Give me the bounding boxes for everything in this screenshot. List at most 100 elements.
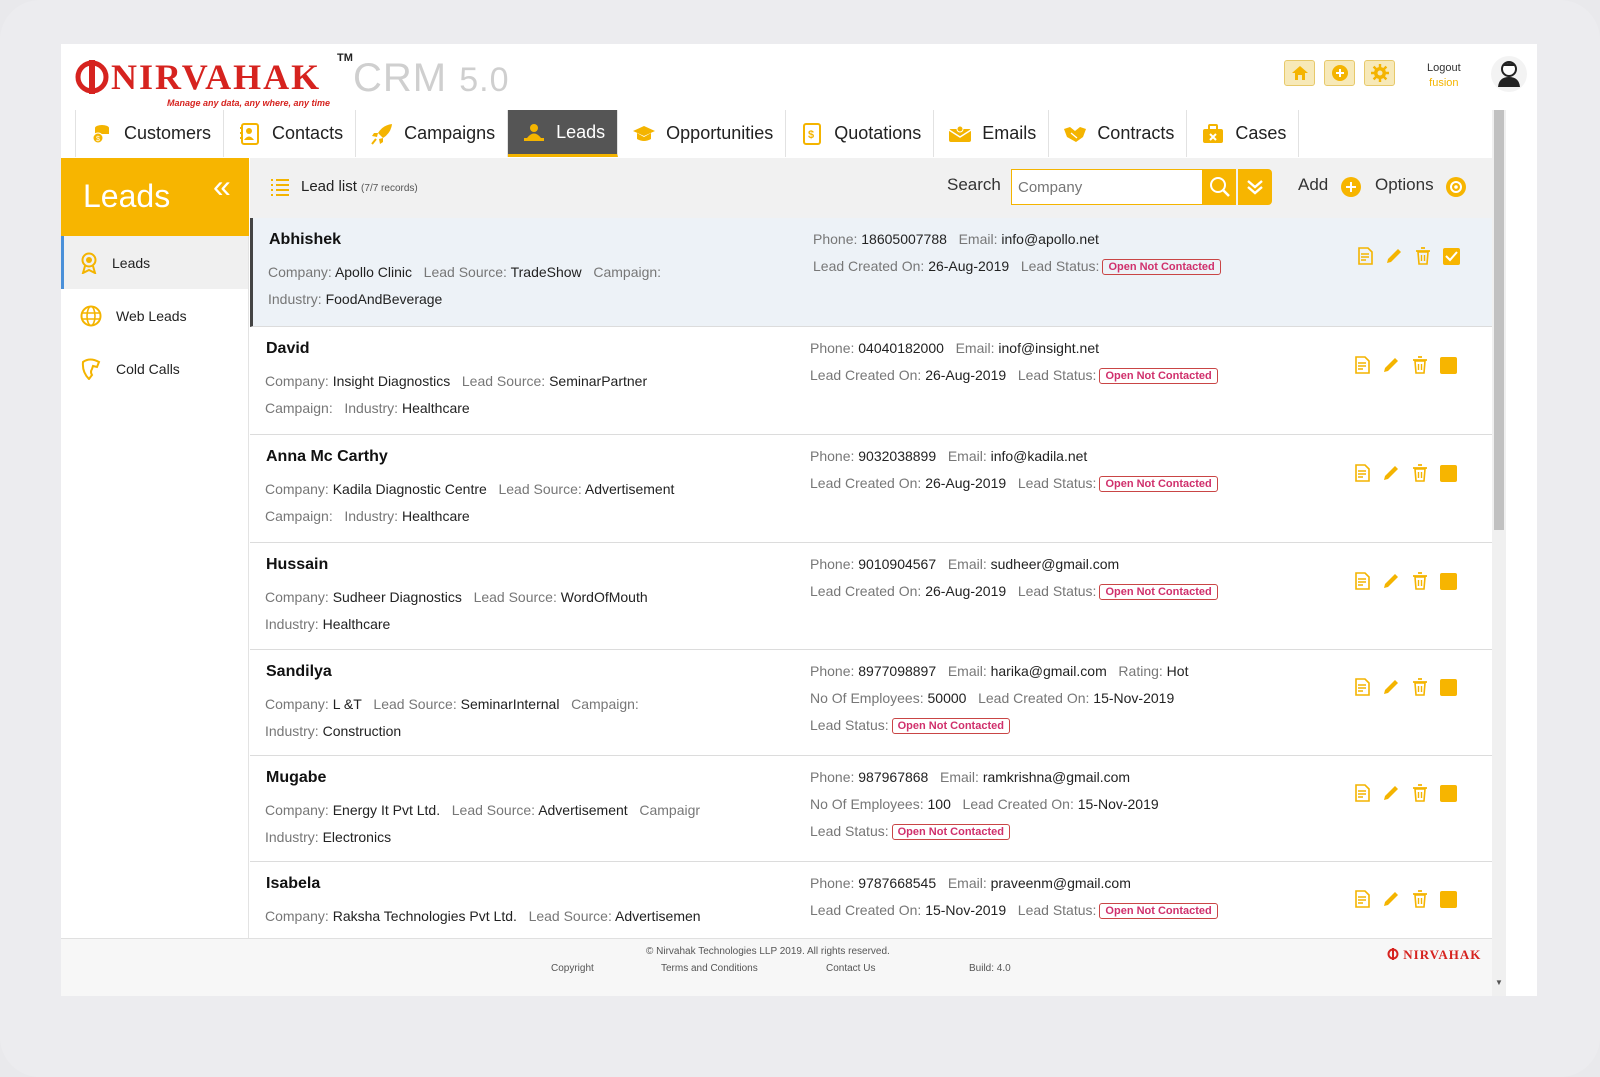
avatar[interactable] — [1491, 56, 1527, 92]
view-notes-button[interactable] — [1353, 355, 1371, 375]
lead-company: Raksha Technologies Pvt Ltd. — [332, 908, 517, 924]
vertical-scrollbar[interactable]: ▼ — [1492, 110, 1506, 996]
trash-icon — [1413, 678, 1427, 696]
status-badge: Open Not Contacted — [1102, 259, 1221, 275]
lead-name[interactable]: Mugabe — [266, 769, 326, 787]
username-label: fusion — [1429, 77, 1459, 89]
sidebar-item-cold-calls[interactable]: Cold Calls — [61, 342, 248, 395]
quick-actions — [1284, 60, 1395, 86]
search-button[interactable] — [1203, 169, 1236, 205]
footer-link-contact[interactable]: Contact Us — [826, 963, 875, 974]
status-badge: Open Not Contacted — [1099, 903, 1218, 919]
lead-industry-line: Campaign: Industry: Healthcare — [265, 400, 470, 416]
delete-button[interactable] — [1411, 783, 1429, 803]
options-label[interactable]: Options — [1375, 175, 1434, 195]
lead-email: info@apollo.net — [1001, 231, 1099, 247]
view-notes-button[interactable] — [1353, 463, 1371, 483]
trash-icon — [1413, 784, 1427, 802]
tab-quotations[interactable]: $ Quotations — [786, 110, 935, 157]
tab-cases[interactable]: Cases — [1187, 110, 1300, 157]
view-notes-button[interactable] — [1353, 571, 1371, 591]
view-notes-button[interactable] — [1356, 246, 1374, 266]
lead-email: info@kadila.net — [990, 448, 1088, 464]
edit-button[interactable] — [1382, 463, 1400, 483]
lead-name[interactable]: Isabela — [266, 875, 320, 893]
product-title: CRM 5.0 — [353, 56, 509, 101]
delete-button[interactable] — [1411, 355, 1429, 375]
search-input[interactable] — [1011, 169, 1203, 205]
home-button[interactable] — [1284, 60, 1315, 86]
lead-phone: 987967868 — [858, 769, 929, 785]
user-icon — [1498, 61, 1520, 87]
lead-row[interactable]: Hussain Company: Sudheer Diagnostics Lea… — [250, 543, 1492, 650]
sidebar-item-leads[interactable]: Leads — [61, 236, 248, 289]
tab-campaigns[interactable]: Campaigns — [356, 110, 509, 157]
tab-contracts[interactable]: Contracts — [1049, 110, 1188, 157]
row-checkbox[interactable] — [1440, 784, 1457, 802]
lead-row[interactable]: Anna Mc Carthy Company: Kadila Diagnosti… — [250, 435, 1492, 543]
edit-button[interactable] — [1382, 677, 1400, 697]
tab-contacts[interactable]: Contacts — [224, 110, 357, 157]
add-lead-icon[interactable] — [1340, 176, 1362, 198]
delete-button[interactable] — [1411, 677, 1429, 697]
view-notes-button[interactable] — [1353, 783, 1371, 803]
lead-phone: 9787668545 — [858, 875, 937, 891]
advanced-search-button[interactable] — [1238, 169, 1272, 205]
pencil-icon — [1387, 249, 1401, 263]
tab-opportunities[interactable]: Opportunities — [618, 110, 787, 157]
scrollbar-thumb[interactable] — [1494, 110, 1504, 530]
pencil-icon — [1384, 358, 1398, 372]
footer: © Nirvahak Technologies LLP 2019. All ri… — [61, 938, 1492, 996]
row-checkbox[interactable] — [1440, 890, 1457, 908]
lead-phone: 8977098897 — [858, 663, 937, 679]
edit-button[interactable] — [1382, 355, 1400, 375]
row-checkbox[interactable] — [1440, 464, 1457, 482]
edit-button[interactable] — [1382, 783, 1400, 803]
lead-row[interactable]: Sandilya Company: L &T Lead Source: Semi… — [250, 650, 1492, 756]
collapse-sidebar-button[interactable]: « — [213, 168, 231, 205]
view-notes-button[interactable] — [1353, 677, 1371, 697]
row-actions — [1353, 783, 1457, 803]
lead-contact-line: Phone: 18605007788 Email: info@apollo.ne… — [813, 231, 1099, 247]
phone-icon — [81, 358, 101, 380]
view-notes-button[interactable] — [1353, 889, 1371, 909]
add-label[interactable]: Add — [1298, 175, 1328, 195]
delete-button[interactable] — [1411, 463, 1429, 483]
quick-add-button[interactable] — [1324, 60, 1355, 86]
tab-label: Emails — [982, 123, 1037, 143]
lead-name[interactable]: Abhishek — [269, 231, 341, 249]
row-checkbox[interactable] — [1440, 678, 1457, 696]
edit-button[interactable] — [1382, 889, 1400, 909]
lead-name[interactable]: David — [266, 340, 310, 358]
row-checkbox[interactable] — [1440, 572, 1457, 590]
tab-leads[interactable]: Leads — [508, 110, 619, 157]
lead-company: L &T — [332, 696, 362, 712]
footer-link-copyright[interactable]: Copyright — [551, 963, 594, 974]
delete-button[interactable] — [1411, 571, 1429, 591]
lead-company: Insight Diagnostics — [332, 373, 451, 389]
lead-name[interactable]: Sandilya — [266, 663, 332, 681]
edit-button[interactable] — [1385, 246, 1403, 266]
lead-row[interactable]: Mugabe Company: Energy It Pvt Ltd. Lead … — [250, 756, 1492, 862]
delete-button[interactable] — [1411, 889, 1429, 909]
logout-link[interactable]: Logout fusion — [1427, 62, 1461, 89]
row-checkbox[interactable] — [1443, 247, 1460, 265]
lead-industry: Healthcare — [401, 508, 470, 524]
delete-button[interactable] — [1414, 246, 1432, 266]
lead-name[interactable]: Hussain — [266, 556, 328, 574]
lead-row[interactable]: David Company: Insight Diagnostics Lead … — [250, 327, 1492, 435]
trash-icon — [1413, 890, 1427, 908]
tab-emails[interactable]: Emails — [934, 110, 1050, 157]
lead-name[interactable]: Anna Mc Carthy — [266, 448, 388, 466]
lead-row[interactable]: Abhishek Company: Apollo Clinic Lead Sou… — [250, 218, 1492, 327]
edit-button[interactable] — [1382, 571, 1400, 591]
tab-label: Opportunities — [666, 123, 774, 143]
settings-button[interactable] — [1364, 60, 1395, 86]
tab-customers[interactable]: $ Customers — [75, 110, 225, 157]
trash-icon — [1413, 356, 1427, 374]
options-gear-icon[interactable] — [1445, 176, 1467, 198]
row-checkbox[interactable] — [1440, 356, 1457, 374]
sidebar-item-web-leads[interactable]: Web Leads — [61, 289, 248, 342]
scroll-down-arrow-icon[interactable]: ▼ — [1495, 978, 1503, 987]
footer-link-terms[interactable]: Terms and Conditions — [661, 963, 758, 974]
